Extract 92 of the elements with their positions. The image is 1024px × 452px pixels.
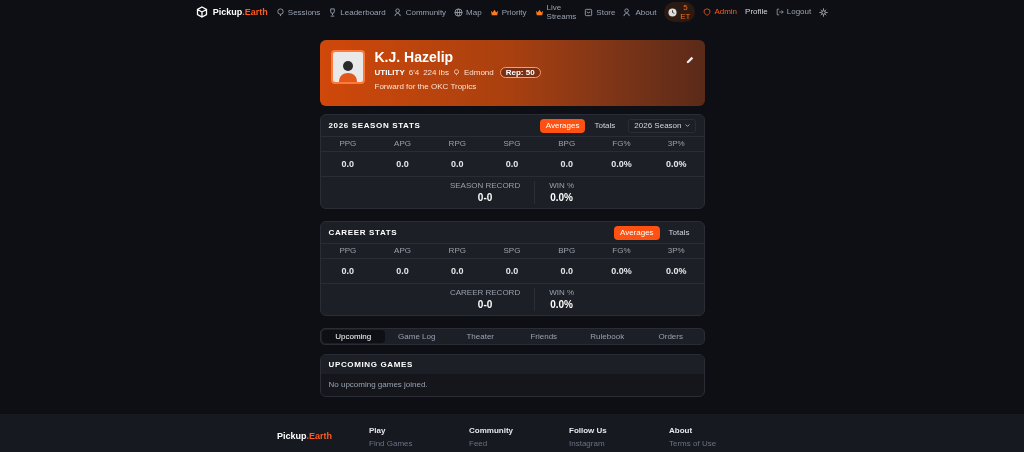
brand-name[interactable]: Pickup.Earth	[212, 6, 268, 18]
stat-value: 0.0	[341, 159, 355, 169]
stat-label: BPG	[558, 247, 576, 255]
win-value: 0.0%	[550, 298, 573, 311]
position-label: UTILITY	[374, 67, 405, 78]
tab[interactable]: Theater	[448, 330, 512, 343]
stat-value: 0.0	[396, 266, 409, 276]
stat-label: 3P%	[667, 140, 685, 148]
toggle-button[interactable]: Totals	[662, 225, 696, 240]
stat-value: 0.0	[396, 159, 409, 169]
card-title: 2026 SEASON STATS	[328, 119, 421, 132]
stat-value: 0.0%	[665, 159, 687, 169]
stat-label: BPG	[558, 140, 576, 148]
logout-link[interactable]: Logout	[775, 6, 812, 18]
height-text: 6'4	[408, 67, 420, 78]
tab[interactable]: Upcoming	[321, 330, 385, 343]
stat-label: APG	[394, 140, 411, 148]
empty-message: No upcoming games joined.	[328, 379, 428, 391]
weight-text: 224 lbs	[423, 67, 449, 78]
season-select[interactable]: 2026 Season	[628, 118, 696, 133]
stat-label: RPG	[448, 140, 466, 148]
stat-label: SPG	[503, 140, 521, 148]
stat-label: APG	[394, 247, 411, 255]
footer-heading: Follow Us	[569, 426, 608, 436]
store-icon	[584, 7, 594, 17]
toggle-button[interactable]: Totals	[588, 118, 622, 133]
stat-value: 0.0	[341, 266, 355, 276]
stat-label: FG%	[612, 247, 631, 255]
nav-link[interactable]: Priority	[489, 7, 527, 17]
nav-link[interactable]: Live Streams	[534, 3, 577, 21]
tab[interactable]: Rulebook	[575, 330, 639, 343]
location-pin-icon	[452, 69, 460, 76]
nav-link[interactable]: Sessions	[275, 7, 321, 17]
footer-link[interactable]: Find Games	[369, 439, 432, 449]
stat-value: 0.0	[451, 266, 464, 276]
stat-value: 0.0	[505, 266, 519, 276]
card-title: CAREER STATS	[328, 226, 398, 239]
footer-heading: Community	[469, 426, 514, 436]
stat-label: 3P%	[667, 247, 685, 255]
crown-icon	[534, 7, 544, 17]
chevron-down-icon	[684, 123, 690, 128]
stat-label: RPG	[448, 247, 466, 255]
tab[interactable]: Friends	[512, 330, 576, 343]
stat-value: 0.0%	[611, 159, 632, 169]
globe-icon	[454, 7, 464, 17]
stat-label: FG%	[612, 140, 631, 148]
footer-link[interactable]: Feed	[469, 439, 532, 449]
nav-link[interactable]: About	[623, 7, 657, 17]
crown-icon	[489, 7, 499, 17]
nav-link[interactable]: Map	[454, 7, 482, 17]
win-value: 0.0%	[550, 191, 573, 204]
footer-heading: Play	[369, 426, 387, 436]
player-name: K.J. Hazelip	[374, 50, 455, 64]
pencil-icon[interactable]	[685, 56, 694, 64]
stat-label: PPG	[339, 140, 357, 148]
stat-label: PPG	[339, 247, 357, 255]
logout-icon	[775, 8, 784, 16]
person-silhouette-icon	[336, 58, 359, 82]
credits-badge[interactable]: 5 ET	[664, 2, 696, 22]
stat-value: 0.0	[451, 159, 464, 169]
record-label: CAREER RECORD	[449, 288, 521, 298]
cube-logo-icon	[195, 6, 208, 18]
sun-icon[interactable]	[819, 7, 829, 17]
record-value: 0-0	[477, 191, 493, 204]
profile-link[interactable]: Profile	[745, 6, 768, 18]
record-label: SEASON RECORD	[449, 181, 521, 191]
shield-icon	[703, 8, 712, 16]
win-label: WIN %	[549, 288, 575, 298]
nav-link[interactable]: Leaderboard	[328, 7, 386, 17]
tab[interactable]: Game Log	[385, 330, 449, 343]
footer-link[interactable]: Instagram	[569, 439, 632, 449]
player-bio: Forward for the OKC Tropics	[374, 81, 478, 93]
footer-heading: About	[669, 426, 694, 436]
rep-badge: Rep: 50	[499, 67, 541, 78]
stat-value: 0.0%	[611, 266, 632, 276]
clock-icon	[668, 7, 678, 17]
nav-link[interactable]: Store	[584, 7, 616, 17]
brand-name[interactable]: Pickup.Earth	[277, 430, 333, 442]
city-text: Edmond	[463, 67, 494, 78]
stat-value: 0.0	[505, 159, 519, 169]
pin-icon	[275, 7, 285, 17]
stat-value: 0.0%	[665, 266, 687, 276]
footer-link[interactable]: Terms of Use	[669, 439, 732, 449]
stat-value: 0.0	[560, 266, 573, 276]
card-title: UPCOMING GAMES	[328, 358, 414, 371]
stat-label: SPG	[503, 247, 521, 255]
nav-link[interactable]: Community	[393, 7, 447, 17]
record-value: 0-0	[477, 298, 493, 311]
win-label: WIN %	[549, 181, 575, 191]
admin-link[interactable]: Admin	[703, 6, 738, 18]
stat-value: 0.0	[560, 159, 573, 169]
tab[interactable]: Orders	[639, 330, 703, 343]
